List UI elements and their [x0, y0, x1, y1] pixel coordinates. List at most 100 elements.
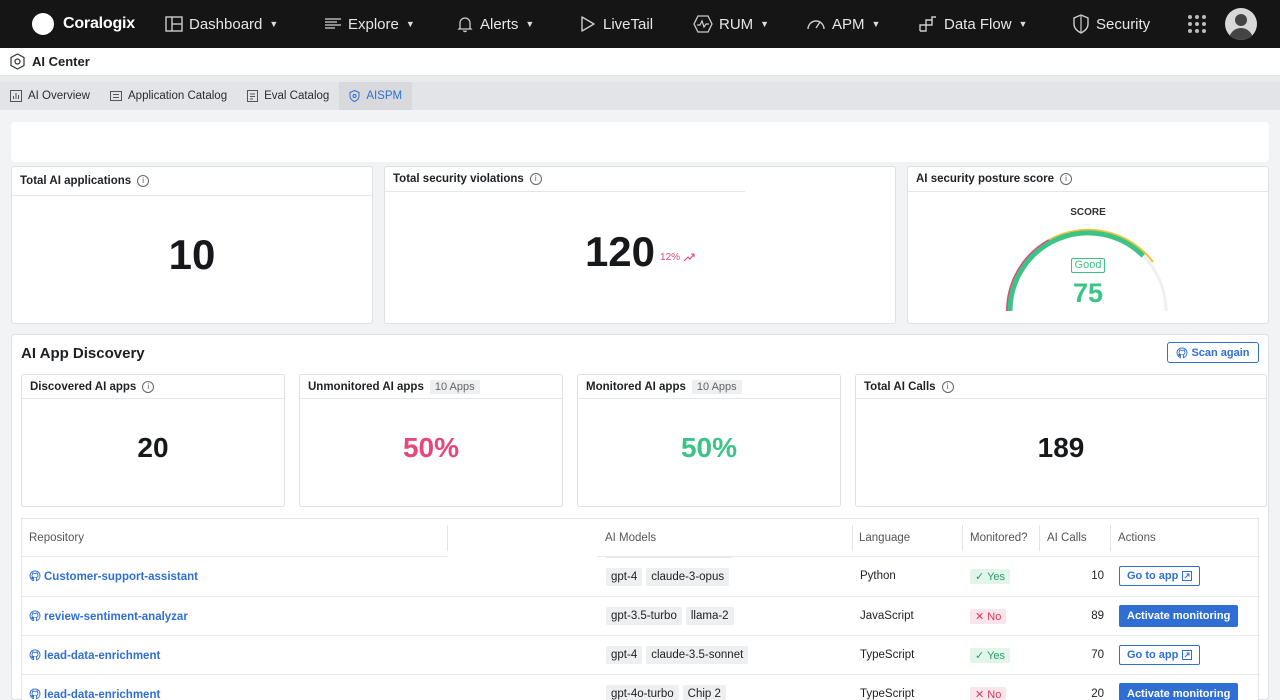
total-security-violations-card: Total security violations i 120 12% — [384, 166, 896, 324]
shield-icon — [349, 90, 360, 102]
total-ai-applications-card: Total AI applications i 10 — [11, 166, 373, 324]
model-chip: gpt-4 — [606, 567, 643, 586]
github-icon — [29, 610, 41, 621]
card-title-text: Total AI applications — [20, 175, 132, 187]
info-icon[interactable]: i — [529, 173, 542, 185]
language-cell: Python — [860, 570, 896, 582]
repositories-table: Repository AI Models Language Monitored?… — [21, 518, 1260, 700]
external-link-icon — [1182, 571, 1193, 581]
ai-calls-cell: 20 — [1091, 688, 1104, 700]
nav-alerts[interactable]: Alerts ▼ — [456, 0, 534, 48]
info-icon[interactable]: i — [1060, 173, 1073, 185]
total-ai-applications-value: 10 — [168, 231, 216, 278]
go-to-app-button[interactable]: Go to app — [1119, 566, 1201, 586]
gauge-icon — [807, 20, 825, 30]
table-row: review-sentiment-analyzar gpt-3.5-turbo l… — [22, 596, 1260, 635]
tab-eval-catalog[interactable]: Eval Catalog — [237, 82, 339, 110]
user-avatar[interactable] — [1225, 8, 1257, 40]
dashboard-icon — [165, 16, 183, 32]
nav-rum[interactable]: RUM ▼ — [693, 0, 769, 48]
info-icon[interactable]: i — [941, 380, 954, 393]
tab-aispm-label: AISPM — [366, 90, 403, 102]
activate-monitoring-button[interactable]: Activate monitoring — [1119, 605, 1239, 627]
explore-icon — [325, 18, 341, 29]
column-header-monitored[interactable]: Monitored? — [963, 519, 1028, 557]
chart-icon — [10, 90, 22, 102]
chevron-down-icon: ▼ — [1018, 19, 1028, 29]
models-cell: gpt-3.5-turbo llama-2 — [606, 597, 738, 635]
nav-security[interactable]: Security — [1072, 0, 1150, 48]
column-header-ai-calls[interactable]: AI Calls — [1040, 519, 1087, 557]
tab-aispm[interactable]: AISPM — [339, 82, 413, 110]
nav-livetail[interactable]: LiveTail — [579, 0, 653, 48]
repo-link[interactable]: lead-data-enrichment — [29, 688, 160, 700]
nav-data-flow-label: Data Flow — [944, 15, 1012, 33]
play-icon — [581, 16, 595, 32]
shield-icon — [1073, 14, 1089, 34]
external-link-icon — [1182, 650, 1193, 660]
column-header-repository[interactable]: Repository — [22, 519, 84, 557]
models-cell: gpt-4o-turbo Chip 2 — [606, 675, 730, 700]
language-cell: JavaScript — [860, 610, 914, 622]
model-chip: gpt-4 — [606, 646, 643, 664]
filter-banner — [11, 122, 1269, 162]
apps-count-badge: 10 Apps — [691, 379, 742, 394]
unmonitored-ai-apps-card: Unmonitored AI apps 10 Apps 50% — [299, 374, 563, 507]
chevron-down-icon: ▼ — [871, 19, 881, 29]
github-icon — [1177, 347, 1188, 358]
repo-cell: lead-data-enrichment — [29, 636, 160, 674]
card-title: AI security posture score i — [908, 167, 1268, 191]
nav-apm[interactable]: APM ▼ — [806, 0, 880, 48]
posture-status-badge: Good — [1070, 258, 1106, 273]
document-icon — [247, 90, 259, 102]
tab-eval-catalog-label: Eval Catalog — [264, 90, 330, 102]
repo-link[interactable]: lead-data-enrichment — [29, 649, 160, 662]
github-icon — [29, 649, 41, 660]
apps-count-badge: 10 Apps — [429, 379, 480, 394]
repo-cell: Customer-support-assistant — [29, 557, 198, 595]
nav-security-label: Security — [1096, 15, 1151, 33]
monitored-cell: ✓ Yes — [970, 636, 1011, 674]
section-title: AI App Discovery — [21, 345, 145, 362]
scan-again-button[interactable]: Scan again — [1167, 342, 1259, 363]
card-title-text: Unmonitored AI apps — [308, 380, 424, 393]
model-chip: claude-3.5-sonnet — [646, 646, 749, 664]
nav-rum-label: RUM — [719, 15, 754, 33]
model-chip: gpt-4o-turbo — [606, 685, 679, 700]
tab-bar: AI Overview Application Catalog Eval Cat… — [0, 82, 1280, 110]
dataflow-icon — [919, 16, 936, 32]
nav-dashboard-label: Dashboard — [189, 15, 263, 33]
nav-explore[interactable]: Explore ▼ — [324, 0, 415, 48]
actions-cell: Activate monitoring — [1119, 675, 1239, 700]
repo-link[interactable]: Customer-support-assistant — [29, 570, 198, 583]
brand[interactable]: Coralogix — [0, 13, 160, 35]
model-chip: gpt-3.5-turbo — [606, 607, 682, 625]
column-header-actions[interactable]: Actions — [1111, 519, 1156, 557]
monitored-yes-badge: ✓ Yes — [970, 647, 1011, 663]
column-header-ai-models[interactable]: AI Models — [598, 519, 656, 557]
ai-calls-cell: 70 — [1091, 649, 1104, 661]
card-title-text: Discovered AI apps — [30, 380, 137, 393]
ai-center-icon — [10, 53, 25, 70]
tab-ai-overview[interactable]: AI Overview — [0, 82, 100, 110]
go-to-app-button[interactable]: Go to app — [1119, 645, 1201, 665]
ai-security-posture-card: AI security posture score i SCORE Good 75 — [907, 166, 1269, 324]
page-title: AI Center — [32, 54, 90, 69]
score-label: SCORE — [1070, 207, 1106, 218]
info-icon[interactable]: i — [142, 380, 155, 393]
column-header-language[interactable]: Language — [852, 519, 910, 557]
top-navigation-bar: Coralogix Dashboard ▼ Explore ▼ Alerts ▼ Li… — [0, 0, 1280, 48]
github-icon — [29, 688, 41, 699]
repo-link[interactable]: review-sentiment-analyzar — [29, 610, 188, 623]
apps-grid-icon[interactable] — [1188, 15, 1206, 33]
info-icon[interactable]: i — [137, 175, 150, 187]
tab-application-catalog[interactable]: Application Catalog — [100, 82, 237, 110]
unmonitored-ai-apps-value: 50% — [402, 432, 460, 463]
rum-icon — [693, 15, 713, 33]
nav-dashboard[interactable]: Dashboard ▼ — [165, 0, 278, 48]
actions-cell: Go to app — [1119, 636, 1201, 674]
language-cell: TypeScript — [860, 688, 915, 700]
nav-data-flow[interactable]: Data Flow ▼ — [918, 0, 1027, 48]
card-title: Monitored AI apps 10 Apps — [578, 375, 840, 398]
activate-monitoring-button[interactable]: Activate monitoring — [1119, 683, 1239, 700]
